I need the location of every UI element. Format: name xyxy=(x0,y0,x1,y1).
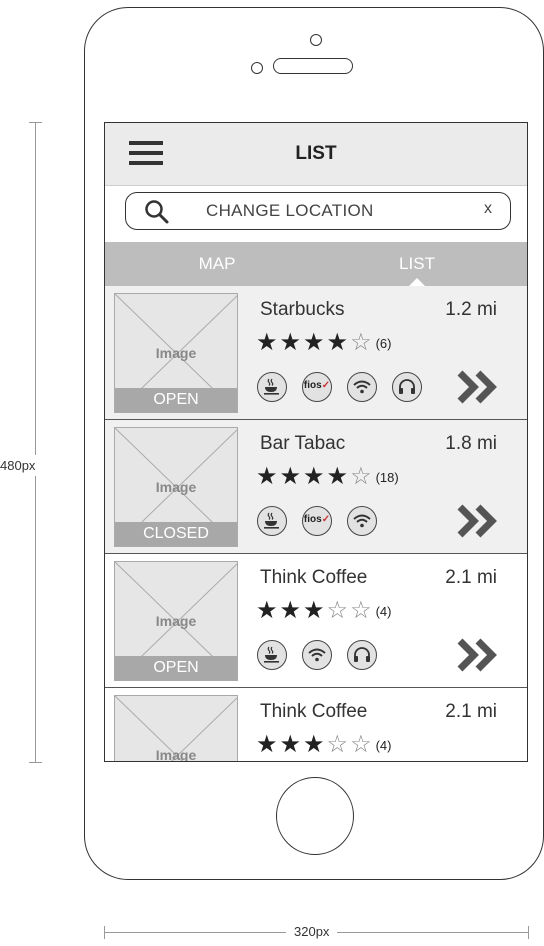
open-status-badge: CLOSED xyxy=(115,522,237,546)
star-filled-icon: ★ xyxy=(303,329,327,356)
place-distance: 2.1 mi xyxy=(445,701,497,722)
coffee-icon xyxy=(257,640,287,670)
place-row[interactable]: Image Think Coffee 2.1 mi ★★★☆☆ (4) xyxy=(105,688,527,762)
wifi-icon xyxy=(302,640,332,670)
place-row[interactable]: Image CLOSED Bar Tabac 1.8 mi ★★★★☆ (18) fios✓ xyxy=(105,420,527,554)
star-filled-icon: ★ xyxy=(256,597,280,624)
star-filled-icon: ★ xyxy=(303,463,327,490)
home-button[interactable] xyxy=(276,777,354,855)
star-filled-icon: ★ xyxy=(279,731,304,758)
view-tabs: MAP LIST xyxy=(105,242,527,286)
star-empty-icon: ☆ xyxy=(326,731,351,758)
place-image-placeholder: Image xyxy=(114,695,238,762)
amenity-icons xyxy=(257,640,392,672)
clear-search-button[interactable]: x xyxy=(484,200,492,218)
location-search-field[interactable]: CHANGE LOCATION x xyxy=(125,192,511,230)
fios-label: fios✓ xyxy=(303,380,331,391)
star-filled-icon: ★ xyxy=(303,597,327,624)
app-header: LIST xyxy=(105,123,527,186)
place-row[interactable]: Image OPEN Think Coffee 2.1 mi ★★★☆☆ (4) xyxy=(105,554,527,688)
search-placeholder: CHANGE LOCATION xyxy=(206,201,374,220)
active-tab-indicator xyxy=(409,278,425,286)
star-filled-icon: ★ xyxy=(256,329,280,356)
image-label: Image xyxy=(155,345,197,361)
star-filled-icon: ★ xyxy=(279,597,304,624)
app-screen: LIST CHANGE LOCATION x MAP LIST Image OPE… xyxy=(104,122,528,762)
width-dimension-cap-right xyxy=(528,926,529,939)
height-dimension-label: 480px xyxy=(0,455,60,476)
fios-icon: fios✓ xyxy=(302,506,332,536)
review-count: (4) xyxy=(375,604,392,620)
star-empty-icon: ☆ xyxy=(326,597,351,624)
review-count: (6) xyxy=(375,336,392,352)
star-empty-icon: ☆ xyxy=(350,731,374,758)
star-rating: ★★★☆☆ (4) xyxy=(256,596,391,625)
place-name[interactable]: Think Coffee xyxy=(260,567,367,589)
camera-icon xyxy=(310,34,322,46)
image-label: Image xyxy=(155,747,197,762)
open-status-badge: OPEN xyxy=(115,388,237,412)
width-dimension-label: 320px xyxy=(286,924,338,939)
fios-icon: fios✓ xyxy=(302,372,332,402)
chevron-double-right-icon[interactable] xyxy=(457,504,499,538)
star-filled-icon: ★ xyxy=(279,329,304,356)
place-distance: 1.8 mi xyxy=(445,433,497,454)
headphones-icon xyxy=(347,640,377,670)
star-rating: ★★★★☆ (6) xyxy=(256,328,391,357)
star-filled-icon: ★ xyxy=(256,731,280,758)
star-filled-icon: ★ xyxy=(326,329,351,356)
height-dimension-cap-top xyxy=(29,122,42,123)
wifi-icon xyxy=(347,506,377,536)
coffee-icon xyxy=(257,506,287,536)
place-name[interactable]: Starbucks xyxy=(260,299,344,321)
speaker-grille xyxy=(273,58,353,74)
star-filled-icon: ★ xyxy=(326,463,351,490)
sensor-icon xyxy=(251,62,263,74)
star-filled-icon: ★ xyxy=(256,463,280,490)
tab-map[interactable]: MAP xyxy=(137,254,297,274)
height-dimension-line xyxy=(35,122,36,763)
page-title: LIST xyxy=(295,143,337,164)
place-image-placeholder: Image OPEN xyxy=(114,561,238,681)
place-distance: 1.2 mi xyxy=(445,299,497,320)
star-filled-icon: ★ xyxy=(303,731,327,758)
coffee-icon xyxy=(257,372,287,402)
search-icon xyxy=(145,200,169,224)
tab-list[interactable]: LIST xyxy=(337,254,497,274)
width-dimension-cap-left xyxy=(104,926,105,939)
review-count: (4) xyxy=(375,738,392,754)
star-empty-icon: ☆ xyxy=(350,597,374,624)
amenity-icons: fios✓ xyxy=(257,372,437,404)
chevron-double-right-icon[interactable] xyxy=(457,638,499,672)
height-dimension-cap-bottom xyxy=(29,762,42,763)
star-empty-icon: ☆ xyxy=(350,329,374,356)
star-empty-icon: ☆ xyxy=(350,463,374,490)
star-rating: ★★★☆☆ (4) xyxy=(256,730,391,759)
open-status-badge: OPEN xyxy=(115,656,237,680)
place-distance: 2.1 mi xyxy=(445,567,497,588)
place-name[interactable]: Think Coffee xyxy=(260,701,367,723)
place-name[interactable]: Bar Tabac xyxy=(260,433,345,455)
review-count: (18) xyxy=(375,470,399,486)
wifi-icon xyxy=(347,372,377,402)
place-row[interactable]: Image OPEN Starbucks 1.2 mi ★★★★☆ (6) fios✓ xyxy=(105,286,527,420)
headphones-icon xyxy=(392,372,422,402)
star-rating: ★★★★☆ (18) xyxy=(256,462,399,491)
place-image-placeholder: Image CLOSED xyxy=(114,427,238,547)
fios-label: fios✓ xyxy=(303,514,331,525)
chevron-double-right-icon[interactable] xyxy=(457,370,499,404)
image-label: Image xyxy=(155,479,197,495)
image-label: Image xyxy=(155,613,197,629)
place-image-placeholder: Image OPEN xyxy=(114,293,238,413)
amenity-icons: fios✓ xyxy=(257,506,392,538)
star-filled-icon: ★ xyxy=(279,463,304,490)
